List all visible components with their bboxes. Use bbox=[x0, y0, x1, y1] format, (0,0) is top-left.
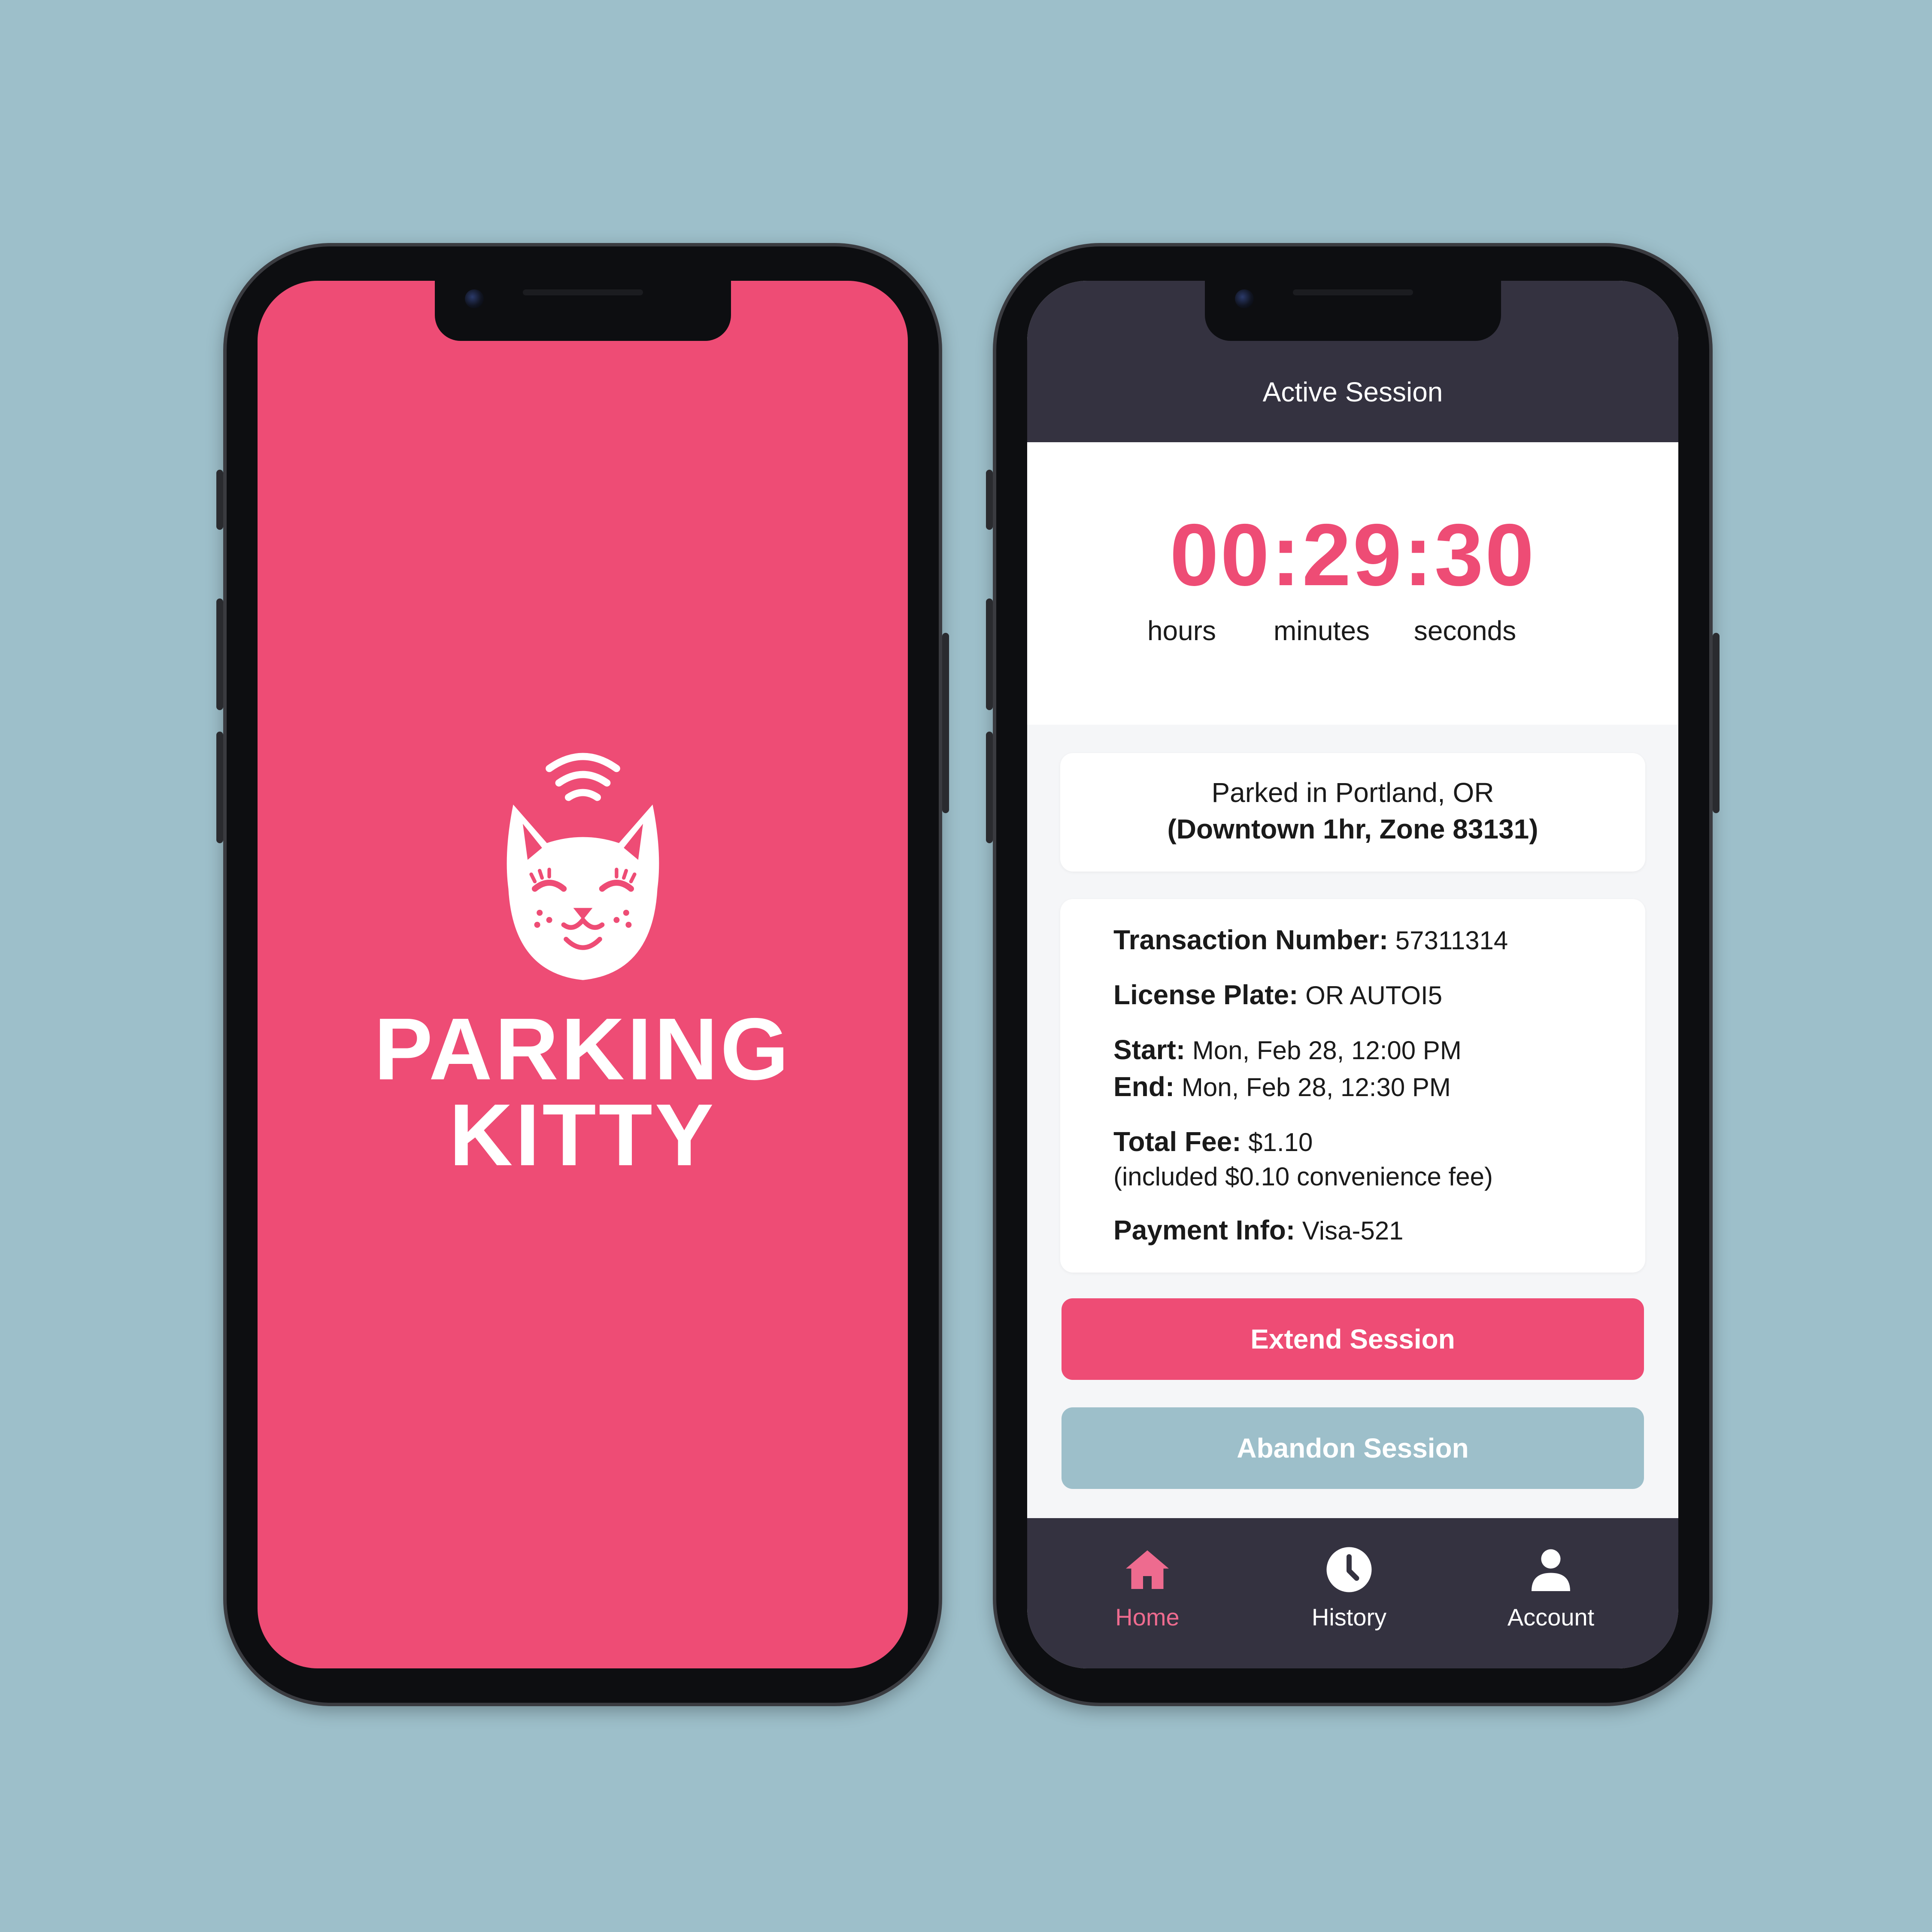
tab-history[interactable]: History bbox=[1285, 1544, 1413, 1631]
brand-name-line1: PARKING bbox=[374, 1000, 792, 1098]
fee-label: Total Fee: bbox=[1113, 1126, 1241, 1157]
plate-row: License Plate: OR AUTOI5 bbox=[1113, 979, 1442, 1011]
page-title: Active Session bbox=[1262, 377, 1443, 407]
end-value: Mon, Feb 28, 12:30 PM bbox=[1181, 1073, 1451, 1102]
session-phone: Active Session 00:29:30 hours minutes se… bbox=[986, 243, 1720, 1706]
countdown-timer: 00:29:30 bbox=[1170, 506, 1536, 604]
tab-history-label: History bbox=[1311, 1604, 1387, 1631]
person-icon bbox=[1532, 1549, 1570, 1591]
volume-down-button bbox=[216, 732, 223, 843]
brand-lockup: PARKING KITTY bbox=[258, 744, 908, 1184]
notch bbox=[434, 281, 731, 341]
speaker-grille bbox=[1292, 289, 1413, 295]
brand-name-line2: KITTY bbox=[449, 1086, 716, 1184]
bottom-tab-bar: Home History Account bbox=[1027, 1518, 1678, 1668]
mute-switch bbox=[216, 470, 223, 530]
fee-row: Total Fee: $1.10 bbox=[1113, 1126, 1313, 1157]
start-value: Mon, Feb 28, 12:00 PM bbox=[1192, 1036, 1462, 1065]
location-zone: (Downtown 1hr, Zone 83131) bbox=[1167, 814, 1538, 844]
power-button bbox=[942, 633, 949, 813]
plate-label: License Plate: bbox=[1113, 979, 1298, 1010]
front-camera bbox=[464, 289, 484, 308]
plate-value: OR AUTOI5 bbox=[1305, 981, 1443, 1010]
location-city: Parked in Portland, OR bbox=[1211, 777, 1494, 808]
session-details-card: Transaction Number: 57311314 License Pla… bbox=[1060, 899, 1645, 1273]
transaction-value: 57311314 bbox=[1395, 926, 1508, 955]
fee-value: $1.10 bbox=[1248, 1128, 1313, 1157]
tab-home[interactable]: Home bbox=[1083, 1544, 1212, 1631]
abandon-session-button[interactable]: Abandon Session bbox=[1062, 1407, 1644, 1489]
payment-value: Visa-521 bbox=[1302, 1216, 1404, 1245]
end-row: End: Mon, Feb 28, 12:30 PM bbox=[1113, 1071, 1451, 1103]
transaction-label: Transaction Number: bbox=[1113, 924, 1389, 955]
timer-unit-minutes: minutes bbox=[1273, 615, 1370, 646]
splash-screen: PARKING KITTY bbox=[258, 281, 908, 1668]
payment-row: Payment Info: Visa-521 bbox=[1113, 1214, 1404, 1246]
session-screen: Active Session 00:29:30 hours minutes se… bbox=[1027, 281, 1678, 1668]
fee-note: (included $0.10 convenience fee) bbox=[1113, 1162, 1493, 1191]
splash-phone: PARKING KITTY bbox=[216, 243, 949, 1706]
tab-home-label: Home bbox=[1115, 1604, 1180, 1631]
start-row: Start: Mon, Feb 28, 12:00 PM bbox=[1113, 1034, 1462, 1066]
power-button bbox=[1713, 633, 1720, 813]
cat-logo-icon bbox=[507, 753, 659, 980]
volume-down-button bbox=[986, 732, 993, 843]
front-camera bbox=[1234, 289, 1254, 308]
timer-unit-hours: hours bbox=[1147, 615, 1216, 646]
volume-up-button bbox=[986, 598, 993, 710]
tab-account[interactable]: Account bbox=[1486, 1544, 1615, 1631]
tab-account-label: Account bbox=[1507, 1604, 1595, 1631]
speaker-grille bbox=[522, 289, 643, 295]
timer-panel: 00:29:30 hours minutes seconds bbox=[1027, 442, 1678, 725]
location-card: Parked in Portland, OR (Downtown 1hr, Zo… bbox=[1060, 753, 1645, 872]
extend-session-button[interactable]: Extend Session bbox=[1062, 1298, 1644, 1380]
mute-switch bbox=[986, 470, 993, 530]
end-label: End: bbox=[1113, 1071, 1175, 1102]
payment-label: Payment Info: bbox=[1113, 1215, 1295, 1245]
clock-icon bbox=[1326, 1547, 1372, 1592]
home-icon bbox=[1126, 1550, 1169, 1589]
timer-unit-seconds: seconds bbox=[1413, 615, 1516, 646]
start-label: Start: bbox=[1113, 1034, 1186, 1065]
notch bbox=[1204, 281, 1501, 341]
transaction-row: Transaction Number: 57311314 bbox=[1113, 924, 1508, 956]
volume-up-button bbox=[216, 598, 223, 710]
